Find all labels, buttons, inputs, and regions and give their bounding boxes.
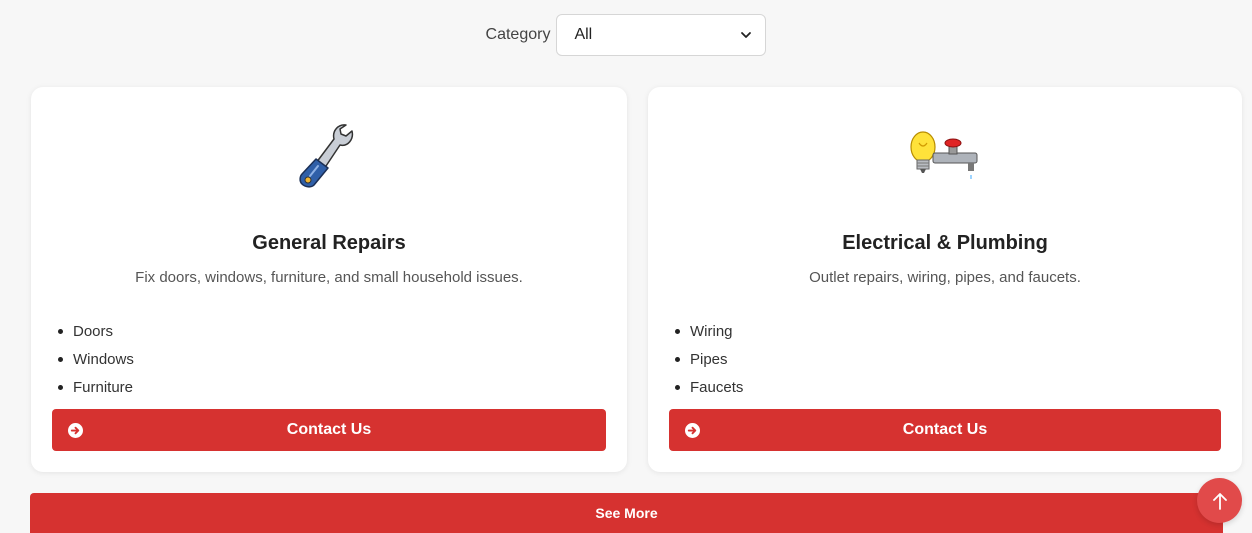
category-filter: Category All [0, 14, 1252, 56]
card-title: Electrical & Plumbing [842, 232, 1048, 254]
card-description: Outlet repairs, wiring, pipes, and fauce… [809, 269, 1081, 286]
chevron-down-icon [741, 32, 752, 38]
see-more-button[interactable]: See More [30, 493, 1223, 533]
arrow-circle-right-icon [68, 423, 83, 438]
contact-us-button[interactable]: Contact Us [669, 409, 1221, 451]
see-more-label: See More [595, 505, 658, 521]
list-item: Pipes [675, 351, 743, 379]
list-item: Furniture [58, 379, 134, 407]
contact-us-label: Contact Us [286, 421, 372, 438]
service-card-general-repairs: General Repairs Fix doors, windows, furn… [31, 87, 627, 472]
card-feature-list: Doors Windows Furniture [58, 323, 134, 407]
contact-us-button[interactable]: Contact Us [52, 409, 606, 451]
arrow-circle-right-icon [685, 423, 700, 438]
list-item: Windows [58, 351, 134, 379]
arrow-up-icon [1212, 492, 1227, 510]
card-description: Fix doors, windows, furniture, and small… [135, 269, 523, 286]
category-select[interactable]: All [556, 14, 767, 56]
service-card-electrical-plumbing: Electrical & Plumbing Outlet repairs, wi… [648, 87, 1242, 472]
category-select-value: All [574, 26, 593, 43]
list-item: Doors [58, 323, 134, 351]
list-item: Wiring [675, 323, 743, 351]
wrench-icon [299, 124, 354, 188]
contact-us-label: Contact Us [902, 421, 988, 438]
scroll-to-top-button[interactable] [1197, 478, 1242, 523]
lightbulb-faucet-icon [910, 131, 978, 179]
category-label: Category [485, 26, 551, 43]
list-item: Faucets [675, 379, 743, 407]
card-feature-list: Wiring Pipes Faucets [675, 323, 743, 407]
card-title: General Repairs [252, 232, 406, 254]
